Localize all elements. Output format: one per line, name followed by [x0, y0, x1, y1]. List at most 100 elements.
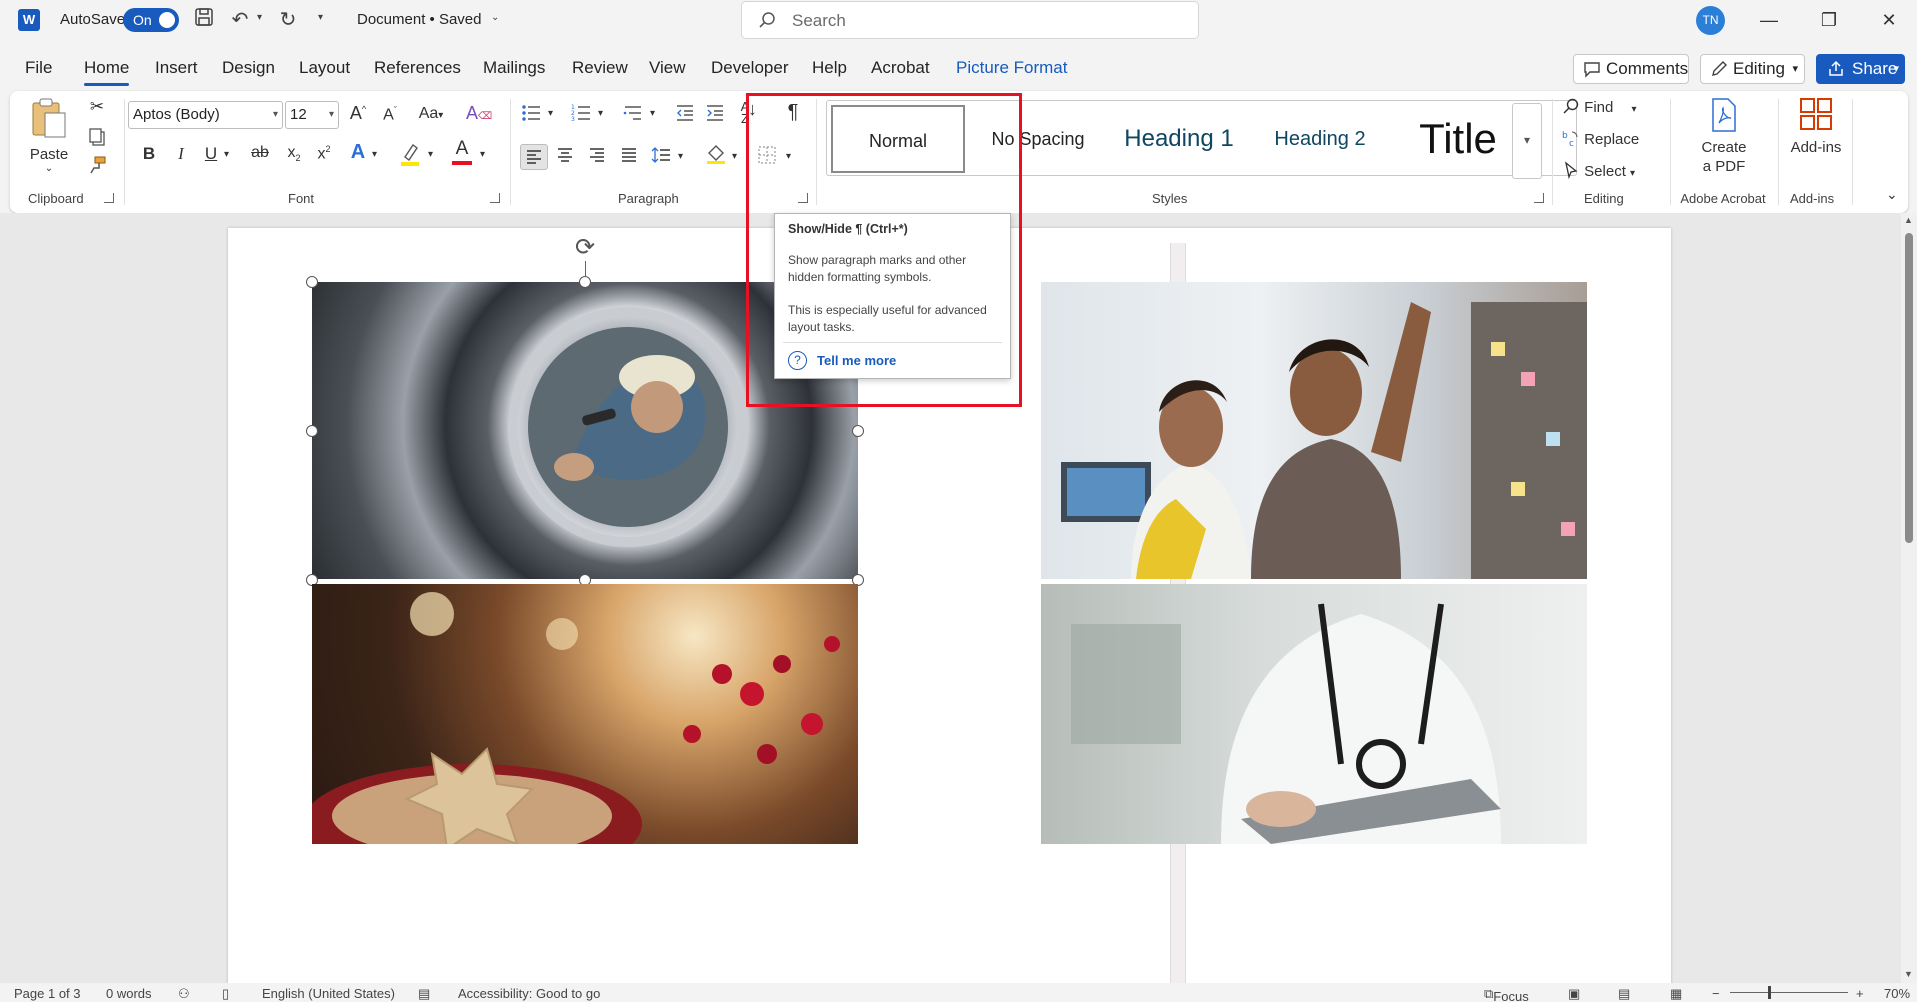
highlighter-dropdown-icon[interactable]: ▾: [428, 149, 433, 160]
italic-button[interactable]: I: [170, 144, 192, 164]
change-case-button[interactable]: Aa▾: [412, 105, 450, 123]
style-heading-1[interactable]: Heading 1: [1111, 105, 1247, 173]
line-spacing-icon[interactable]: [650, 146, 672, 169]
scroll-up-icon[interactable]: ▲: [1904, 215, 1913, 225]
replace-button[interactable]: bc Replace: [1562, 129, 1662, 149]
clipboard-launcher-icon[interactable]: [104, 193, 114, 203]
format-painter-icon[interactable]: [86, 155, 108, 177]
tab-help[interactable]: Help: [812, 58, 847, 78]
scroll-down-icon[interactable]: ▼: [1904, 969, 1913, 979]
zoom-out-icon[interactable]: −: [1712, 986, 1720, 1001]
multilevel-list-icon[interactable]: [622, 103, 644, 128]
paste-button[interactable]: Paste ⌄: [28, 97, 70, 177]
tab-view[interactable]: View: [649, 58, 686, 78]
undo-icon[interactable]: ↶: [227, 7, 253, 33]
web-layout-icon[interactable]: ▦: [1670, 986, 1682, 1002]
chevron-down-icon[interactable]: ⌄: [491, 12, 499, 23]
resize-handle[interactable]: [852, 425, 864, 437]
style-heading-2[interactable]: Heading 2: [1255, 105, 1385, 173]
styles-launcher-icon[interactable]: [1534, 193, 1544, 203]
bold-button[interactable]: B: [138, 144, 160, 164]
shading-dropdown-icon[interactable]: ▾: [732, 151, 737, 162]
resize-handle[interactable]: [306, 276, 318, 288]
comments-button[interactable]: Comments: [1573, 54, 1689, 84]
justify-icon[interactable]: [618, 146, 640, 169]
editing-mode-button[interactable]: Editing ▾: [1700, 54, 1805, 84]
find-button[interactable]: Find ▾: [1562, 97, 1662, 116]
rotate-handle-icon[interactable]: ⟳: [571, 234, 599, 262]
bullets-dropdown-icon[interactable]: ▾: [548, 108, 553, 119]
tab-acrobat[interactable]: Acrobat: [871, 58, 930, 78]
tab-insert[interactable]: Insert: [155, 58, 198, 78]
collapse-ribbon-icon[interactable]: ⌄: [1886, 186, 1898, 203]
tab-layout[interactable]: Layout: [299, 58, 350, 78]
document-title[interactable]: Document • Saved: [357, 11, 481, 28]
shading-icon[interactable]: [704, 143, 728, 170]
zoom-slider-track[interactable]: [1730, 992, 1848, 993]
numbering-dropdown-icon[interactable]: ▾: [598, 108, 603, 119]
shrink-font-icon[interactable]: Aˇ: [378, 105, 402, 124]
customize-toolbar-icon[interactable]: ▾: [318, 12, 323, 23]
search-box[interactable]: Search: [741, 1, 1199, 39]
create-pdf-button[interactable]: Create a PDF: [1684, 97, 1764, 176]
select-button[interactable]: Select ▾: [1562, 161, 1662, 180]
language-status[interactable]: English (United States): [262, 986, 395, 1001]
print-layout-icon[interactable]: ▤: [1618, 986, 1630, 1002]
close-icon[interactable]: ✕: [1859, 0, 1917, 40]
resize-handle[interactable]: [579, 276, 591, 288]
copy-icon[interactable]: [86, 127, 108, 149]
resize-handle[interactable]: [306, 425, 318, 437]
tab-home[interactable]: Home: [84, 58, 130, 86]
align-center-icon[interactable]: [554, 146, 576, 169]
underline-dropdown-icon[interactable]: ▾: [224, 149, 229, 160]
zoom-level[interactable]: 70%: [1884, 986, 1910, 1001]
styles-more-button[interactable]: ▾: [1512, 103, 1542, 179]
font-name-box[interactable]: Aptos (Body) ▾: [128, 101, 283, 129]
photo-holiday-cookie[interactable]: [312, 584, 858, 844]
track-changes-icon[interactable]: ⚇: [178, 986, 190, 1002]
tab-mailings[interactable]: Mailings: [483, 58, 545, 78]
scrollbar-thumb[interactable]: [1905, 233, 1913, 543]
accessibility-status[interactable]: Accessibility: Good to go: [458, 986, 600, 1001]
page-count[interactable]: Page 1 of 3: [14, 986, 81, 1001]
style-title[interactable]: Title: [1393, 105, 1523, 173]
multilevel-dropdown-icon[interactable]: ▾: [650, 108, 655, 119]
vertical-scrollbar[interactable]: ▲ ▼: [1901, 213, 1917, 983]
read-mode-icon[interactable]: ▣: [1568, 986, 1580, 1002]
undo-dropdown-icon[interactable]: ▾: [257, 12, 262, 23]
increase-indent-icon[interactable]: [704, 103, 726, 128]
zoom-in-icon[interactable]: +: [1856, 986, 1864, 1001]
read-aloud-icon[interactable]: ▯: [222, 986, 229, 1002]
clear-formatting-icon[interactable]: A⌫: [466, 103, 492, 124]
restore-icon[interactable]: ❐: [1799, 0, 1859, 40]
underline-button[interactable]: U: [200, 144, 222, 164]
tab-design[interactable]: Design: [222, 58, 275, 78]
autosave-toggle[interactable]: On: [123, 8, 179, 32]
font-size-box[interactable]: 12 ▾: [285, 101, 339, 129]
align-left-button[interactable]: [520, 144, 548, 170]
zoom-slider-thumb[interactable]: [1768, 986, 1771, 999]
tell-me-more-link[interactable]: Tell me more: [817, 353, 896, 368]
tab-references[interactable]: References: [374, 58, 461, 78]
align-right-icon[interactable]: [586, 146, 608, 169]
save-icon[interactable]: [191, 7, 217, 33]
strikethrough-button[interactable]: ab: [246, 144, 274, 162]
decrease-indent-icon[interactable]: [674, 103, 696, 128]
share-button[interactable]: Share ▾: [1816, 54, 1905, 84]
font-launcher-icon[interactable]: [490, 193, 500, 203]
text-effects-dropdown-icon[interactable]: ▾: [372, 149, 377, 160]
tab-developer[interactable]: Developer: [711, 58, 789, 78]
tab-review[interactable]: Review: [572, 58, 628, 78]
superscript-button[interactable]: x2: [312, 144, 336, 163]
highlighter-icon[interactable]: [398, 141, 422, 169]
tab-picture-format[interactable]: Picture Format: [956, 58, 1067, 78]
photo-doctor-tablet[interactable]: [1041, 584, 1587, 844]
numbering-icon[interactable]: 123: [570, 103, 592, 128]
focus-mode[interactable]: ⧉ Focus: [1484, 986, 1529, 1002]
redo-icon[interactable]: ↻: [275, 7, 301, 33]
photo-team-board[interactable]: [1041, 282, 1587, 579]
user-avatar[interactable]: TN: [1696, 6, 1725, 35]
add-ins-button[interactable]: Add-ins: [1784, 97, 1848, 156]
tab-file[interactable]: File: [25, 58, 52, 78]
line-spacing-dropdown-icon[interactable]: ▾: [678, 151, 683, 162]
